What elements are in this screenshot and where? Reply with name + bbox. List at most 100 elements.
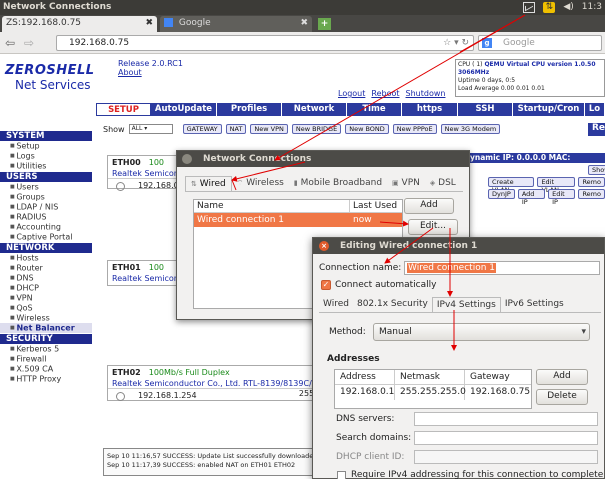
menu-profiles[interactable]: Profiles	[217, 103, 282, 116]
new-tab-button[interactable]: +	[318, 18, 331, 30]
tab-8021x-security[interactable]: 802.1x Security	[353, 297, 432, 312]
tab-wireless[interactable]: ⌔ Wireless	[232, 176, 289, 191]
menu-setup[interactable]: SETUP	[96, 103, 151, 116]
reboot-link[interactable]: Reboot	[371, 89, 399, 98]
menu-network[interactable]: Network	[282, 103, 347, 116]
connection-row[interactable]: Wired connection 1 now	[194, 213, 402, 227]
sidebar-item-hosts[interactable]: Hosts	[0, 253, 92, 263]
dhcp-client-id-input[interactable]	[414, 450, 598, 464]
sidebar-item-dhcp[interactable]: DHCP	[0, 283, 92, 293]
menu-autoupdate[interactable]: AutoUpdate	[151, 103, 217, 116]
tab-dsl[interactable]: ◈ DSL	[425, 176, 461, 191]
url-bar[interactable]: 192.168.0.75 ☆ ▾ ↻	[56, 35, 474, 51]
shutdown-link[interactable]: Shutdown	[406, 89, 446, 98]
menu-time[interactable]: Time	[347, 103, 402, 116]
sidebar-item-captive-portal[interactable]: Captive Portal	[0, 232, 92, 242]
search-input[interactable]: g Google	[478, 35, 602, 51]
sidebar-item-http-proxy[interactable]: HTTP Proxy	[0, 374, 92, 384]
sidebar-item-wireless[interactable]: Wireless	[0, 313, 92, 323]
menu-https[interactable]: https	[402, 103, 458, 116]
sidebar-item-qos[interactable]: QoS	[0, 303, 92, 313]
new-vpn-button[interactable]: New VPN	[250, 124, 288, 134]
clock[interactable]: 11:3	[582, 0, 602, 15]
new-bond-button[interactable]: New BOND	[345, 124, 389, 134]
sidebar-item-router[interactable]: Router	[0, 263, 92, 273]
tab-ipv6-settings[interactable]: IPv6 Settings	[501, 297, 568, 312]
col-last-used[interactable]: Last Used	[350, 200, 397, 212]
dialog-titlebar[interactable]: × Editing Wired connection 1	[313, 238, 604, 254]
edit-ip-button[interactable]: Edit IP	[548, 189, 576, 206]
sidebar-item-dns[interactable]: DNS	[0, 273, 92, 283]
eth02-ip-row[interactable]: 192.168.1.254255.255	[108, 388, 336, 402]
create-vlan-button[interactable]: Create VLAN	[488, 177, 535, 194]
tab-ipv4-settings[interactable]: IPv4 Settings	[431, 297, 501, 312]
address-row[interactable]: 192.168.0.1 255.255.255.0 192.168.0.75	[335, 385, 531, 400]
sidebar-item-net-balancer[interactable]: Net Balancer	[0, 323, 92, 333]
volume-icon[interactable]: ◀)	[563, 0, 573, 15]
edit-connection-button[interactable]: Edit...	[408, 219, 458, 235]
window-title: Network Connections	[3, 2, 112, 12]
tab-wired-settings[interactable]: Wired	[319, 297, 353, 312]
close-window-icon[interactable]	[182, 154, 192, 164]
remove-vlan-button[interactable]: Remo	[578, 177, 605, 187]
addresses-heading: Addresses	[327, 354, 380, 364]
close-window-icon[interactable]: ×	[319, 241, 329, 251]
menu-ssh[interactable]: SSH	[458, 103, 513, 116]
close-tab-icon[interactable]: ✖	[145, 16, 153, 31]
tab-wired[interactable]: ⇅ Wired	[185, 176, 232, 191]
forward-arrow-icon[interactable]: ⇨	[24, 36, 34, 50]
gateway-button[interactable]: GATEWAY	[182, 124, 222, 134]
sidebar-item-kerberos[interactable]: Kerberos 5	[0, 344, 92, 354]
tab-google[interactable]: Google ✖	[160, 16, 312, 32]
sidebar-item-ldap[interactable]: LDAP / NIS	[0, 202, 92, 212]
reload-icon[interactable]: ☆ ▾ ↻	[443, 36, 469, 50]
refresh-button[interactable]: Re	[588, 123, 605, 136]
remove-ip-button[interactable]: Remo	[578, 189, 605, 199]
method-select[interactable]: Manual ▾	[373, 323, 590, 341]
sidebar-item-firewall[interactable]: Firewall	[0, 354, 92, 364]
dns-servers-input[interactable]	[414, 412, 598, 426]
connect-automatically-checkbox[interactable]: ✓	[321, 280, 331, 290]
logout-link[interactable]: Logout	[338, 89, 365, 98]
top-panel: Network Connections ⇅ ◀) 11:3	[0, 0, 605, 15]
sidebar-item-accounting[interactable]: Accounting	[0, 222, 92, 232]
network-indicator-icon[interactable]: ⇅	[543, 2, 556, 13]
add-ip-button[interactable]: Add IP	[517, 189, 546, 206]
dynip-button[interactable]: DynJP	[488, 189, 515, 199]
sidebar-item-setup[interactable]: Setup	[0, 141, 92, 151]
sidebar-item-vpn[interactable]: VPN	[0, 293, 92, 303]
close-tab-icon[interactable]: ✖	[300, 16, 308, 31]
new-3g-modem-button[interactable]: New 3G Modem	[440, 124, 501, 134]
tab-vpn[interactable]: ▣ VPN	[387, 176, 425, 191]
col-name[interactable]: Name	[194, 200, 350, 212]
tab-mobile-broadband[interactable]: ▮ Mobile Broadband	[289, 176, 387, 191]
new-pppoe-button[interactable]: New PPPoE	[392, 124, 437, 134]
sidebar-item-utilities[interactable]: Utilities	[0, 161, 92, 171]
new-bridge-button[interactable]: New BRIDGE	[291, 124, 342, 134]
show-button[interactable]: Show	[588, 165, 605, 175]
add-address-button[interactable]: Add	[536, 369, 588, 385]
menu-logs[interactable]: Lo	[585, 103, 605, 116]
tab-zeroshell[interactable]: ZS:192.168.0.75 ✖	[2, 16, 157, 32]
sidebar-item-groups[interactable]: Groups	[0, 192, 92, 202]
sidebar-item-x509-ca[interactable]: X.509 CA	[0, 364, 92, 374]
mobile-icon: ▮	[293, 179, 298, 187]
sidebar-item-users[interactable]: Users	[0, 182, 92, 192]
dialog-titlebar[interactable]: Network Connections	[177, 151, 469, 167]
connection-name-input[interactable]: Wired connection 1	[404, 261, 600, 275]
sidebar-section-security: SECURITY	[0, 334, 92, 344]
sidebar-item-logs[interactable]: Logs	[0, 151, 92, 161]
mail-icon[interactable]	[523, 2, 536, 13]
add-connection-button[interactable]: Add	[404, 198, 454, 214]
nat-button[interactable]: NAT	[225, 124, 247, 134]
show-select[interactable]: ALL ▾	[128, 124, 173, 134]
menu-startup-cron[interactable]: Startup/Cron	[513, 103, 585, 116]
back-arrow-icon[interactable]: ⇦	[5, 36, 15, 50]
require-ipv4-checkbox[interactable]	[337, 471, 346, 479]
search-domains-input[interactable]	[414, 431, 598, 445]
about-link[interactable]: About	[118, 68, 183, 77]
vlan-buttons: Create VLAN Edit VLAN Remo	[488, 177, 605, 194]
edit-vlan-button[interactable]: Edit VLAN	[537, 177, 576, 194]
delete-address-button[interactable]: Delete	[536, 389, 588, 405]
sidebar-item-radius[interactable]: RADIUS	[0, 212, 92, 222]
